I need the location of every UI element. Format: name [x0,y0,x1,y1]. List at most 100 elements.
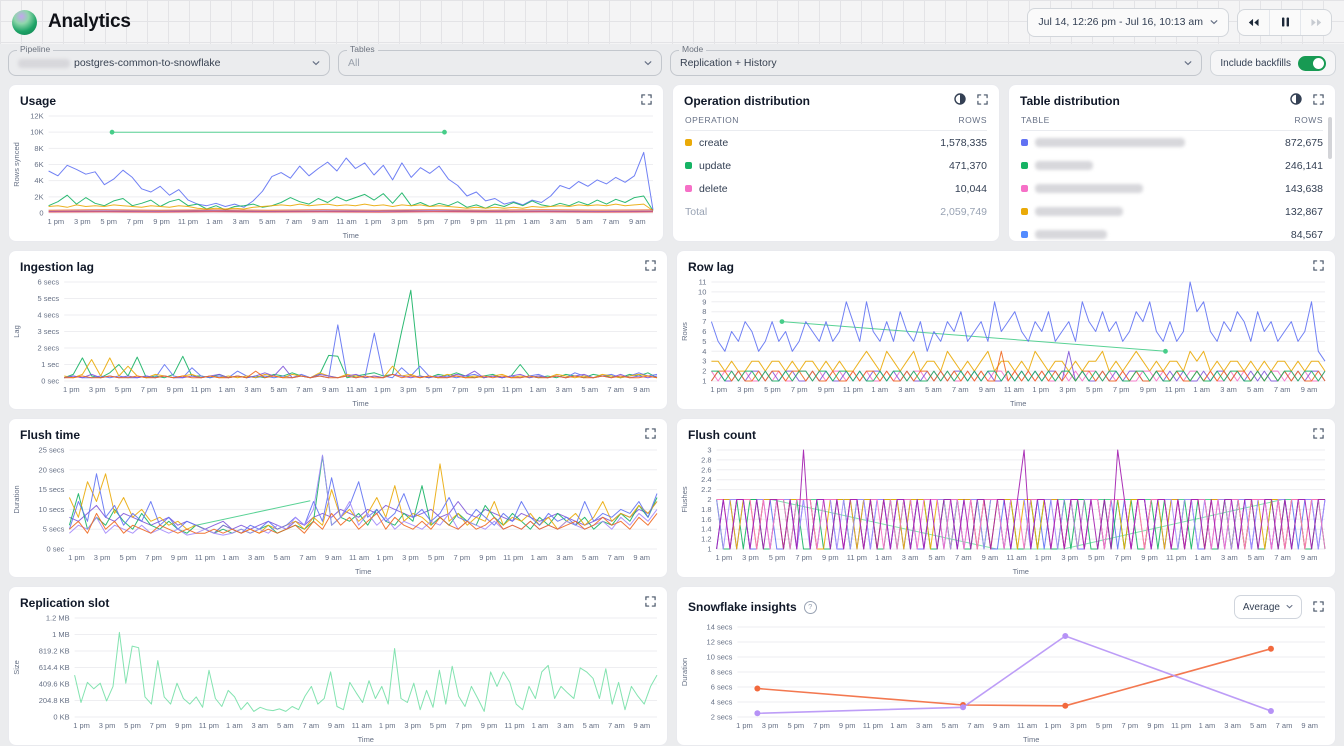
row-label: delete [699,183,728,195]
playback-controls [1237,9,1332,36]
replication-slot-chart[interactable]: 0 KB204.8 KB409.6 KB614.4 KB819.2 KB1 MB… [9,611,667,745]
x-tick-label: 9 am [634,721,651,730]
y-tick-label: 5 secs [43,525,65,534]
x-tick-label: 9 pm [478,385,495,394]
table-row: 143,638 [1021,177,1323,200]
column-header: ROWS [1295,115,1323,125]
y-axis-label: Duration [680,658,689,686]
table-row: 84,567 [1021,223,1323,242]
y-tick-label: 25 secs [39,446,65,455]
pipeline-select[interactable]: Pipeline postgres-common-to-snowflake [8,50,330,76]
x-tick-label: 1 pm [716,553,733,562]
x-tick-label: 5 am [928,553,945,562]
x-tick-label: 9 pm [481,721,498,730]
expand-button[interactable] [645,595,656,610]
x-tick-label: 9 pm [822,553,839,562]
expand-button[interactable] [1313,259,1324,274]
x-tick-label: 9 am [979,385,996,394]
pie-view-button[interactable] [1290,93,1302,108]
y-tick-label: 2 secs [38,344,60,353]
usage-chart[interactable]: 02K4K6K8K10K12K1 pm3 pm5 pm7 pm9 pm11 pm… [9,109,663,241]
mode-select[interactable]: Mode Replication + History [670,50,1202,76]
panel-title: Flush count [688,428,756,442]
help-circle-icon[interactable]: ? [804,601,817,614]
x-tick-label: 5 pm [764,385,781,394]
x-tick-label: 3 pm [1070,721,1087,730]
chevron-down-icon [1184,59,1192,67]
x-tick-label: 1 pm [48,217,65,226]
expand-button[interactable] [1313,93,1324,108]
data-point-marker [1163,349,1168,354]
pause-button[interactable] [1269,10,1300,35]
chart-line [49,210,653,211]
x-tick-label: 3 pm [742,553,759,562]
redacted-table-name [1035,184,1143,193]
x-tick-label: 3 pm [99,721,116,730]
x-tick-label: 5 am [1247,385,1264,394]
chart-line [64,325,657,378]
panel-flush-time: Flush time 0 sec5 secs10 secs15 secs20 s… [8,418,668,578]
y-tick-label: 1.6 [701,515,711,524]
expand-button[interactable] [641,93,652,108]
expand-button[interactable] [977,93,988,108]
table-header-row: OPERATIONROWS [685,110,987,131]
x-tick-label: 5 am [925,385,942,394]
x-tick-label: 1 am [222,553,239,562]
x-tick-label: 9 am [328,721,345,730]
x-tick-label: 1 am [531,553,548,562]
aggregate-select[interactable]: Average [1234,595,1302,619]
expand-button[interactable] [1313,427,1324,442]
chevron-down-icon [312,59,320,67]
column-header: TABLE [1021,115,1050,125]
row-lag-chart[interactable]: 12345678910111 pm3 pm5 pm7 pm9 pm11 pm1 … [677,275,1335,409]
include-backfills-toggle[interactable] [1298,56,1326,71]
x-tick-label: 3 am [555,385,572,394]
app-header: Analytics Jul 14, 12:26 pm - Jul 16, 10:… [0,0,1344,44]
chart-line [782,322,1166,352]
panel-ingestion-lag: Ingestion lag 0 sec1 sec2 secs3 secs4 se… [8,250,668,410]
x-tick-label: 7 pm [452,385,469,394]
tables-select[interactable]: Tables All [338,50,662,76]
y-tick-label: 10 secs [39,505,65,514]
y-tick-label: 1 sec [41,360,59,369]
x-tick-label: 11 pm [847,553,867,562]
x-tick-label: 5 am [1250,721,1267,730]
x-tick-label: 9 am [629,217,646,226]
expand-button[interactable] [645,259,656,274]
y-tick-label: 8K [34,144,43,153]
panel-title: Row lag [688,260,734,274]
rewind-button[interactable] [1238,10,1269,35]
x-tick-label: 11 pm [178,217,198,226]
x-tick-label: 1 pm [365,217,382,226]
fullscreen-icon [1313,600,1324,615]
x-tick-label: 3 pm [391,217,408,226]
snowflake-insights-chart[interactable]: 2 secs4 secs6 secs8 secs10 secs12 secs14… [677,620,1335,745]
ingestion-lag-chart[interactable]: 0 sec1 sec2 secs3 secs4 secs5 secs6 secs… [9,275,667,409]
x-tick-label: 7 pm [791,385,808,394]
flush-count-chart[interactable]: 11.21.41.61.822.22.42.62.831 pm3 pm5 pm7… [677,443,1335,577]
panel-title: Flush time [20,428,80,442]
total-value: 2,059,749 [940,206,987,218]
scrollbar-thumb[interactable] [1328,117,1332,159]
forward-button[interactable] [1300,10,1331,35]
date-range-picker[interactable]: Jul 14, 12:26 pm - Jul 16, 10:13 am [1027,8,1229,37]
expand-button[interactable] [645,427,656,442]
y-tick-label: 14 secs [707,623,733,632]
fullscreen-icon [1313,93,1324,108]
include-backfills-label: Include backfills [1220,58,1291,69]
tables-value: All [348,57,360,69]
y-tick-label: 6K [34,160,43,169]
pie-view-button[interactable] [954,93,966,108]
x-tick-label: 11 am [336,217,356,226]
x-tick-label: 3 am [244,385,261,394]
row-value: 471,370 [949,160,987,172]
x-tick-label: 5 am [277,721,294,730]
x-tick-label: 5 pm [430,721,447,730]
x-tick-label: 5 pm [769,553,786,562]
flush-time-chart[interactable]: 0 sec5 secs10 secs15 secs20 secs25 secs1… [9,443,667,577]
x-tick-label: 9 am [633,385,650,394]
x-tick-label: 7 am [299,553,316,562]
y-tick-label: 204.8 KB [39,696,70,705]
expand-button[interactable] [1313,600,1324,615]
x-tick-label: 7 pm [1115,553,1132,562]
